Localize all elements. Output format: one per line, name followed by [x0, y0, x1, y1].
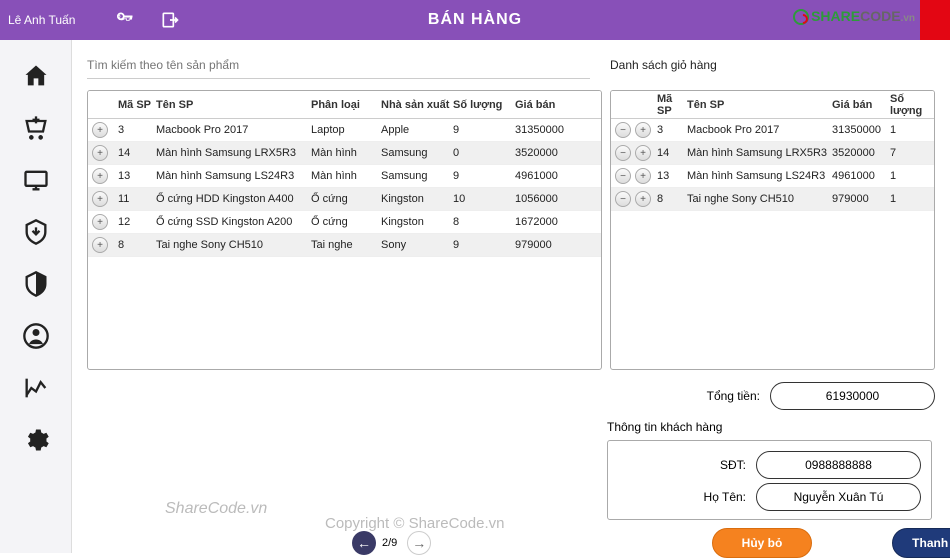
total-label: Tổng tiền:: [707, 389, 760, 403]
nav-shield[interactable]: [0, 258, 72, 310]
cart-table: Mã SP Tên SP Giá bán Số lượng −+ 3Macboo…: [610, 90, 935, 370]
add-icon[interactable]: +: [92, 168, 108, 184]
add-icon[interactable]: +: [92, 145, 108, 161]
search-input[interactable]: [87, 51, 590, 79]
nav-user[interactable]: [0, 310, 72, 362]
plus-icon[interactable]: +: [635, 168, 651, 184]
add-icon[interactable]: +: [92, 237, 108, 253]
plus-icon[interactable]: +: [635, 191, 651, 207]
product-row[interactable]: + 11Ổ cứng HDD Kingston A400Ổ cứng Kings…: [88, 188, 601, 211]
add-icon[interactable]: +: [92, 214, 108, 230]
product-row[interactable]: + 12Ổ cứng SSD Kingston A200Ổ cứng Kings…: [88, 211, 601, 234]
add-icon[interactable]: +: [92, 191, 108, 207]
nav-cart-add[interactable]: [0, 102, 72, 154]
page-prev[interactable]: ←: [352, 531, 376, 555]
cart-row[interactable]: −+ 13Màn hình Samsung LS24R349610001: [611, 165, 934, 188]
product-row[interactable]: + 8Tai nghe Sony CH510Tai nghe Sony99790…: [88, 234, 601, 257]
pager: ← 2/9 →: [352, 531, 431, 555]
product-table: Mã SP Tên SP Phân loại Nhà sản xuất Số l…: [87, 90, 602, 370]
user-name: Lê Anh Tuấn: [8, 13, 75, 27]
product-row[interactable]: + 3Macbook Pro 2017Laptop Apple931350000: [88, 119, 601, 142]
sidebar: [0, 40, 72, 553]
customer-panel: SĐT: 0988888888 Họ Tên: Nguyễn Xuân Tú: [607, 440, 932, 520]
cart-title: Danh sách giỏ hàng: [610, 58, 935, 72]
plus-icon[interactable]: +: [635, 122, 651, 138]
key-icon[interactable]: [115, 8, 135, 33]
nav-stats[interactable]: [0, 362, 72, 414]
minus-icon[interactable]: −: [615, 168, 631, 184]
customer-title: Thông tin khách hàng: [607, 420, 935, 434]
nav-settings[interactable]: [0, 414, 72, 466]
cancel-button[interactable]: Hủy bỏ: [712, 528, 812, 558]
phone-label: SĐT:: [720, 458, 746, 472]
topbar: Lê Anh Tuấn BÁN HÀNG SHARECODE.vn: [0, 0, 950, 40]
product-row[interactable]: + 13Màn hình Samsung LS24R3Màn hình Sams…: [88, 165, 601, 188]
watermark-logo: SHARECODE.vn: [793, 8, 915, 25]
logout-icon[interactable]: [160, 10, 180, 30]
minus-icon[interactable]: −: [615, 191, 631, 207]
minus-icon[interactable]: −: [615, 145, 631, 161]
page-text: 2/9: [382, 537, 397, 549]
nav-home[interactable]: [0, 50, 72, 102]
plus-icon[interactable]: +: [635, 145, 651, 161]
pay-button[interactable]: Thanh toán: [892, 528, 950, 558]
product-header: Mã SP Tên SP Phân loại Nhà sản xuất Số l…: [88, 91, 601, 119]
total-value: 61930000: [770, 382, 935, 410]
name-input[interactable]: Nguyễn Xuân Tú: [756, 483, 921, 511]
minus-icon[interactable]: −: [615, 122, 631, 138]
name-label: Họ Tên:: [704, 490, 746, 504]
nav-monitor[interactable]: [0, 154, 72, 206]
total-row: Tổng tiền: 61930000: [87, 380, 935, 412]
page-next[interactable]: →: [407, 531, 431, 555]
nav-import[interactable]: [0, 206, 72, 258]
product-row[interactable]: + 14Màn hình Samsung LRX5R3Màn hình Sams…: [88, 142, 601, 165]
main-content: Danh sách giỏ hàng Mã SP Tên SP Phân loạ…: [72, 40, 950, 553]
add-icon[interactable]: +: [92, 122, 108, 138]
cart-row[interactable]: −+ 8Tai nghe Sony CH5109790001: [611, 188, 934, 211]
page-title: BÁN HÀNG: [428, 11, 522, 29]
cart-row[interactable]: −+ 14Màn hình Samsung LRX5R335200007: [611, 142, 934, 165]
cart-header: Mã SP Tên SP Giá bán Số lượng: [611, 91, 934, 119]
cart-row[interactable]: −+ 3Macbook Pro 2017313500001: [611, 119, 934, 142]
close-button[interactable]: [920, 0, 950, 40]
phone-input[interactable]: 0988888888: [756, 451, 921, 479]
